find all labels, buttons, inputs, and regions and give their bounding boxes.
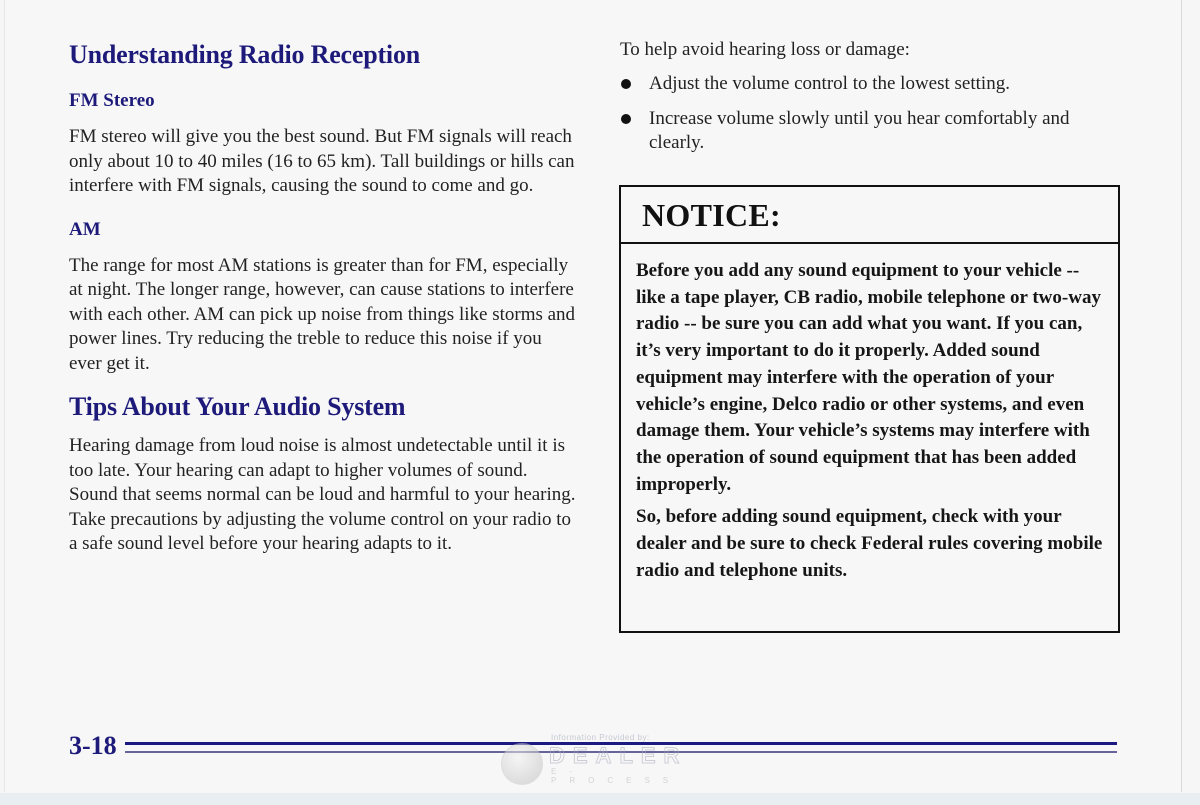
dealer-watermark: Information Provided by: DEALER E-PROCES… <box>499 733 709 785</box>
watermark-subtitle: E-PROCESS <box>551 767 682 785</box>
section-title-radio-reception: Understanding Radio Reception <box>69 40 421 69</box>
notice-title: NOTICE: <box>642 197 782 233</box>
paragraph-audio-tips: Hearing damage from loud noise is almost… <box>69 435 576 554</box>
notice-paragraph: So, before adding sound equipment, check… <box>636 506 1103 581</box>
bullet-icon <box>621 79 631 89</box>
list-item: Increase volume slowly until you hear co… <box>620 107 1120 155</box>
page-number: 3-18 <box>69 731 117 760</box>
watermark-brand: DEALER <box>548 743 688 769</box>
dealer-logo-icon <box>501 743 543 785</box>
list-item: Adjust the volume control to the lowest … <box>620 72 1120 96</box>
hearing-intro: To help avoid hearing loss or damage: <box>620 39 910 60</box>
hearing-tips-list: Adjust the volume control to the lowest … <box>620 72 1120 155</box>
notice-header: NOTICE: <box>621 187 1118 244</box>
section-title-audio-tips: Tips About Your Audio System <box>69 392 406 421</box>
watermark-caption: Information Provided by: <box>551 733 650 742</box>
paragraph-am: The range for most AM stations is greate… <box>69 254 576 374</box>
left-column: Understanding Radio Reception FM Stereo … <box>69 38 579 557</box>
subheading-am: AM <box>69 218 101 240</box>
bullet-icon <box>621 114 631 124</box>
right-column: To help avoid hearing loss or damage: Ad… <box>620 38 1120 166</box>
notice-body: Before you add any sound equipment to yo… <box>621 244 1118 584</box>
list-item-text: Increase volume slowly until you hear co… <box>649 108 1070 153</box>
manual-page: Understanding Radio Reception FM Stereo … <box>4 0 1182 792</box>
page-bottom-edge <box>0 793 1200 805</box>
notice-box: NOTICE: Before you add any sound equipme… <box>619 185 1120 633</box>
notice-paragraph: Before you add any sound equipment to yo… <box>636 260 1101 495</box>
list-item-text: Adjust the volume control to the lowest … <box>649 73 1010 94</box>
subheading-fm-stereo: FM Stereo <box>69 90 155 111</box>
paragraph-fm-stereo: FM stereo will give you the best sound. … <box>69 126 575 196</box>
